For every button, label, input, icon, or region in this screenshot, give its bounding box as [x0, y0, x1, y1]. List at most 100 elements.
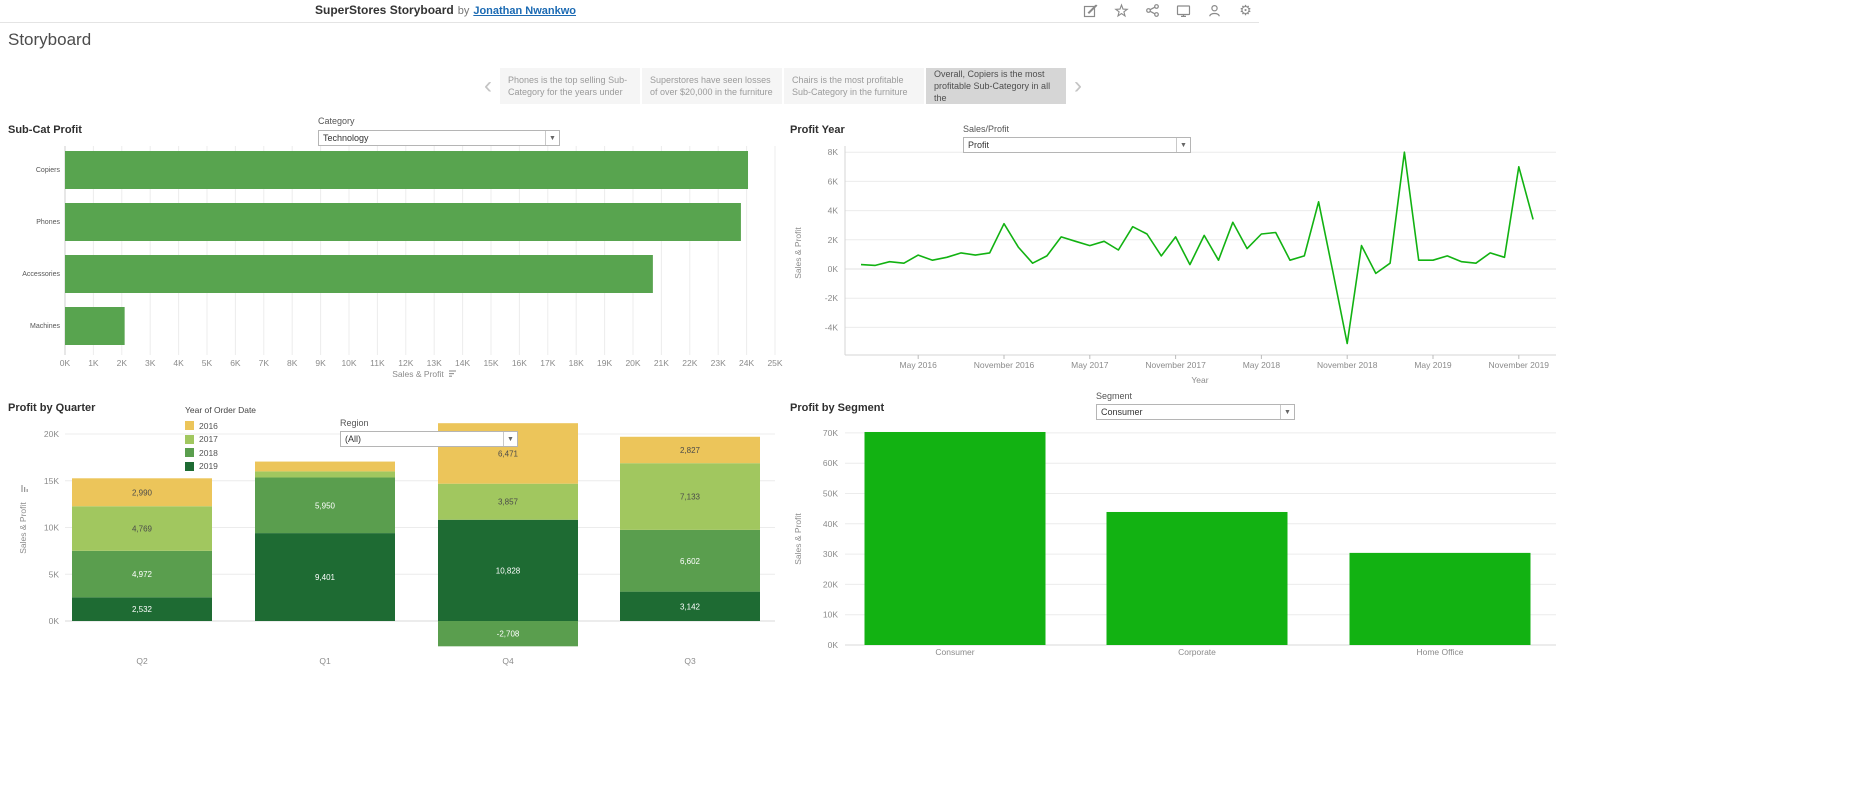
segment-value-label: 9,401 [315, 573, 336, 582]
y-tick-label: 4K [828, 206, 839, 216]
category-dropdown[interactable]: Technology ▼ [318, 130, 560, 146]
y-category-label: Accessories [22, 271, 60, 278]
display-icon[interactable] [1176, 3, 1191, 18]
segment-dropdown-value: Consumer [1101, 407, 1143, 417]
bar-accessories[interactable] [65, 255, 653, 293]
x-tick-label: 2K [117, 358, 128, 368]
page-title: Storyboard [8, 30, 92, 49]
x-tick-label: 24K [739, 358, 754, 368]
bar-corporate[interactable] [1106, 511, 1288, 645]
y-category-label: Copiers [36, 167, 61, 174]
chevron-down-icon: ▼ [503, 432, 517, 446]
legend-item-2019[interactable]: 2019 [185, 460, 256, 474]
legend-label: 2019 [199, 461, 218, 472]
bar-home-office[interactable] [1349, 552, 1531, 645]
legend-swatch-2019 [185, 461, 194, 471]
y-axis-title: Sales & Profit [18, 502, 28, 554]
x-tick-label: 25K [767, 358, 782, 368]
x-tick-label: 19K [597, 358, 612, 368]
y-tick-label: 30K [823, 549, 838, 559]
settings-gear-icon[interactable]: ⚙ [1238, 3, 1253, 18]
chevron-down-icon: ▼ [1176, 138, 1190, 152]
legend-year-of-order-date: Year of Order Date 2016 2017 2018 2019 [185, 405, 256, 473]
x-tick-label: 9K [315, 358, 326, 368]
y-axis-title: Sales & Profit [793, 227, 803, 279]
x-tick-label: 13K [427, 358, 442, 368]
legend-swatch-2016 [185, 421, 194, 431]
x-tick-label: May 2018 [1243, 360, 1281, 370]
x-tick-label: 14K [455, 358, 470, 368]
legend-label: 2016 [199, 420, 218, 431]
y-category-label: Phones [36, 219, 60, 226]
x-tick-label: 8K [287, 358, 298, 368]
measure-dropdown[interactable]: Profit ▼ [963, 137, 1191, 153]
favorite-star-icon[interactable] [1114, 3, 1129, 18]
region-dropdown[interactable]: (All) ▼ [340, 431, 518, 447]
bar-consumer[interactable] [864, 431, 1046, 645]
x-category-label: Corporate [1178, 647, 1216, 657]
segment-q1-2017[interactable] [255, 471, 395, 478]
segment-q1-2016[interactable] [255, 461, 395, 472]
x-tick-label: 16K [512, 358, 527, 368]
legend-swatch-2018 [185, 448, 194, 458]
y-tick-label: 50K [823, 489, 838, 499]
measure-filter-label: Sales/Profit [963, 124, 1010, 134]
chevron-down-icon: ▼ [545, 131, 559, 145]
story-caption-3[interactable]: Chairs is the most profitable Sub-Catego… [784, 68, 924, 104]
segment-value-label: 7,133 [680, 493, 701, 502]
sort-icon[interactable] [449, 370, 456, 377]
legend-item-2018[interactable]: 2018 [185, 446, 256, 460]
y-tick-label: 20K [44, 429, 59, 439]
segment-dropdown[interactable]: Consumer ▼ [1096, 404, 1295, 420]
x-tick-label: May 2017 [1071, 360, 1109, 370]
x-tick-label: 18K [569, 358, 584, 368]
measure-dropdown-value: Profit [968, 140, 990, 150]
x-tick-label: May 2019 [1414, 360, 1452, 370]
segment-value-label: 2,827 [680, 446, 701, 455]
legend-item-2016[interactable]: 2016 [185, 419, 256, 433]
y-tick-label: 40K [823, 519, 838, 529]
x-category-label: Home Office [1416, 647, 1463, 657]
x-tick-label: 1K [88, 358, 99, 368]
x-tick-label: 21K [654, 358, 669, 368]
bar-phones[interactable] [65, 203, 741, 241]
x-tick-label: 3K [145, 358, 156, 368]
story-next-button[interactable]: › [1068, 68, 1088, 104]
x-tick-label: 4K [173, 358, 184, 368]
legend-item-2017[interactable]: 2017 [185, 433, 256, 447]
category-dropdown-value: Technology [323, 133, 369, 143]
chevron-down-icon: ▼ [1280, 405, 1294, 419]
y-tick-label: 2K [828, 235, 839, 245]
bar-machines[interactable] [65, 307, 125, 345]
x-category-label: Q4 [502, 656, 514, 666]
story-prev-button[interactable]: ‹ [478, 68, 498, 104]
story-caption-2[interactable]: Superstores have seen losses of over $20… [642, 68, 782, 104]
author-link[interactable]: Jonathan Nwankwo [473, 5, 576, 17]
segment-value-label: 5,950 [315, 501, 336, 510]
y-tick-label: 6K [828, 176, 839, 186]
profit-line[interactable] [860, 151, 1534, 345]
chart-title-subcat-profit: Sub-Cat Profit [8, 124, 82, 136]
x-tick-label: 10K [341, 358, 356, 368]
segment-value-label: 3,142 [680, 602, 701, 611]
story-caption-1[interactable]: Phones is the top selling Sub-Category f… [500, 68, 640, 104]
segment-value-label: 6,471 [498, 449, 519, 458]
segment-value-label: 4,769 [132, 525, 153, 534]
bar-copiers[interactable] [65, 151, 749, 189]
edit-icon[interactable] [1083, 3, 1098, 18]
x-tick-label: November 2019 [1489, 360, 1550, 370]
sort-icon[interactable] [21, 485, 28, 492]
segment-value-label: 2,990 [132, 488, 153, 497]
workbook-title: SuperStores Storyboard by Jonathan Nwank… [315, 3, 576, 17]
story-caption-4[interactable]: Overall, Copiers is the most profitable … [926, 68, 1066, 104]
y-tick-label: 0K [828, 264, 839, 274]
x-category-label: Q2 [136, 656, 148, 666]
segment-value-label: 2,532 [132, 605, 153, 614]
x-tick-label: 7K [259, 358, 270, 368]
profile-user-icon[interactable] [1207, 3, 1222, 18]
y-tick-label: 10K [823, 610, 838, 620]
x-axis-title: Year [1191, 375, 1208, 385]
x-tick-label: 22K [682, 358, 697, 368]
x-tick-label: 11K [370, 358, 385, 368]
share-icon[interactable] [1145, 3, 1160, 18]
